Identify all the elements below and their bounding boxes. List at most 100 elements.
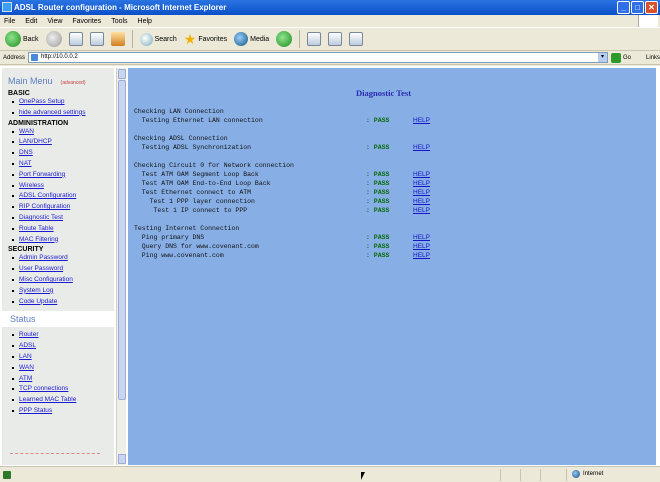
help-link[interactable]: HELP (413, 144, 430, 151)
sidebar-item-diagnostic-test[interactable]: Diagnostic Test (12, 213, 114, 224)
scroll-down-arrow[interactable] (118, 454, 126, 464)
forward-button[interactable] (44, 29, 64, 49)
sidebar-item-onepass-setup[interactable]: OnePass Setup (12, 97, 114, 108)
menu-favorites[interactable]: Favorites (72, 18, 101, 25)
status-section-title: Status (2, 311, 114, 328)
test-result: : PASS (366, 117, 390, 124)
test-label: Test 1 IP connect to PPP (134, 207, 248, 214)
test-label: Testing Ethernet LAN connection (134, 117, 263, 124)
scrollbar-thumb[interactable] (118, 80, 126, 400)
window-controls: _ □ ✕ (617, 1, 658, 14)
help-link[interactable]: HELP (413, 189, 430, 196)
globe-icon (572, 470, 580, 478)
zone-label: Internet (583, 471, 604, 477)
advanced-mode-link[interactable]: (advanced) (61, 80, 86, 86)
help-link[interactable]: HELP (413, 198, 430, 205)
scroll-up-arrow[interactable] (118, 69, 126, 79)
sidebar-item-lan-dhcp[interactable]: LAN/DHCP (12, 137, 114, 148)
help-link[interactable]: HELP (413, 117, 430, 124)
menu-file[interactable]: File (4, 18, 15, 25)
history-button[interactable] (274, 29, 294, 49)
test-result: : PASS (366, 198, 390, 205)
stop-button[interactable] (67, 29, 85, 49)
status-cell (520, 469, 521, 481)
sidebar-item-system-log[interactable]: System Log (12, 286, 114, 297)
sidebar-item-ppp-status[interactable]: PPP Status (12, 406, 114, 417)
print-button[interactable] (326, 29, 344, 49)
page-title: Diagnostic Test (356, 88, 412, 98)
test-label: Test 1 PPP layer connection (134, 198, 255, 205)
test-result: : PASS (366, 243, 390, 250)
help-link[interactable]: HELP (413, 243, 430, 250)
sidebar-item-route-table[interactable]: Route Table (12, 224, 114, 235)
sidebar-item-tcp-connections[interactable]: TCP connections (12, 384, 114, 395)
menu-tools[interactable]: Tools (111, 18, 127, 25)
search-button[interactable]: Search (138, 29, 179, 49)
help-link[interactable]: HELP (413, 252, 430, 259)
home-icon (110, 32, 125, 46)
status-cell (500, 469, 501, 481)
sidebar-item-port-forwarding[interactable]: Port Forwarding (12, 170, 114, 181)
menu-edit[interactable]: Edit (25, 18, 37, 25)
maximize-button[interactable]: □ (631, 1, 644, 14)
refresh-icon (89, 32, 104, 46)
sidebar-scrollbar[interactable] (116, 68, 126, 465)
group-heading: Checking LAN Connection (134, 108, 654, 117)
sidebar-item-adsl-configuration[interactable]: ADSL Configuration (12, 191, 114, 202)
sidebar-item-nat[interactable]: NAT (12, 159, 114, 170)
favorites-button[interactable]: ★ Favorites (182, 29, 229, 49)
sidebar-item-code-update[interactable]: Code Update (12, 297, 114, 308)
test-label: Testing ADSL Synchronization (134, 144, 252, 151)
sidebar-item-mac-filtering[interactable]: MAC Filtering (12, 235, 114, 246)
test-result: : PASS (366, 171, 390, 178)
help-link[interactable]: HELP (413, 207, 430, 214)
close-button[interactable]: ✕ (645, 1, 658, 14)
sidebar-item-router[interactable]: Router (12, 330, 114, 341)
sidebar-item-wan-status[interactable]: WAN (12, 363, 114, 374)
sidebar-item-rip-configuration[interactable]: RIP Configuration (12, 202, 114, 213)
sidebar-item-lan[interactable]: LAN (12, 352, 114, 363)
go-button[interactable]: Go (610, 52, 631, 63)
sidebar-item-atm[interactable]: ATM (12, 374, 114, 385)
status-bar: Internet (0, 466, 660, 482)
test-row: Ping primary DNS : PASS HELP (134, 234, 654, 243)
back-label: Back (23, 35, 39, 43)
sidebar-item-wan[interactable]: WAN (12, 127, 114, 138)
address-input[interactable]: http://10.0.0.2 ▾ (28, 52, 608, 63)
refresh-button[interactable] (88, 29, 106, 49)
menu-help[interactable]: Help (138, 18, 152, 25)
section-heading-administration: ADMINISTRATION (8, 119, 69, 127)
mail-button[interactable] (305, 29, 323, 49)
security-zone: Internet (572, 470, 603, 478)
home-button[interactable] (109, 29, 127, 49)
chevron-down-icon[interactable]: ▾ (597, 53, 607, 62)
sidebar-item-learned-mac-table[interactable]: Learned MAC Table (12, 395, 114, 406)
links-label[interactable]: Links (646, 55, 660, 61)
test-label: Test ATM OAM End-to-End Loop Back (134, 180, 271, 187)
toolbar: Back Search ★ Favorites Media (0, 27, 660, 51)
media-button[interactable]: Media (232, 29, 271, 49)
go-label: Go (622, 54, 631, 61)
sidebar-item-misc-configuration[interactable]: Misc Configuration (12, 275, 114, 286)
group-heading-text: Checking LAN Connection (134, 108, 224, 115)
help-link[interactable]: HELP (413, 180, 430, 187)
test-label: Ping www.covenant.com (134, 252, 224, 259)
sidebar-item-adsl[interactable]: ADSL (12, 341, 114, 352)
sidebar-item-admin-password[interactable]: Admin Password (12, 253, 114, 264)
minimize-button[interactable]: _ (617, 1, 630, 14)
edit-button[interactable] (347, 29, 365, 49)
group-heading: Testing Internet Connection (134, 225, 654, 234)
help-link[interactable]: HELP (413, 171, 430, 178)
forward-arrow-icon (45, 31, 62, 47)
toolbar-separator (299, 30, 301, 48)
sidebar-item-user-password[interactable]: User Password (12, 264, 114, 275)
help-link[interactable]: HELP (413, 234, 430, 241)
page-content: Main Menu (advanced) BASIC OnePass Setup… (0, 66, 660, 467)
sidebar-item-dns[interactable]: DNS (12, 148, 114, 159)
sidebar-item-wireless[interactable]: Wireless (12, 181, 114, 192)
menu-view[interactable]: View (47, 18, 62, 25)
back-button[interactable]: Back (3, 29, 41, 49)
sidebar-item-hide-advanced[interactable]: hide advanced settings (12, 108, 114, 119)
sidebar: Main Menu (advanced) BASIC OnePass Setup… (2, 68, 114, 465)
test-row: Testing ADSL Synchronization : PASS HELP (134, 144, 654, 153)
